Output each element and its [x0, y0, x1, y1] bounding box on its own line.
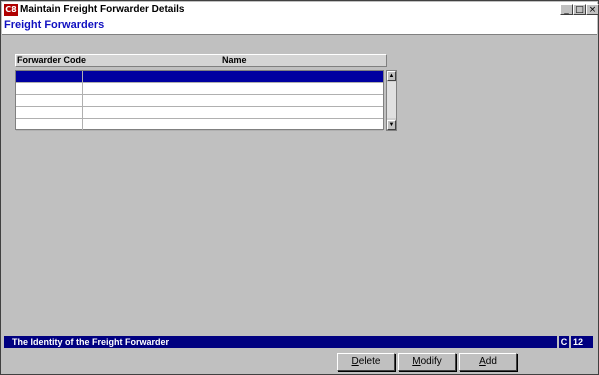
table-row[interactable] — [16, 95, 383, 107]
table-row[interactable] — [16, 83, 383, 95]
forwarder-code-cell[interactable] — [16, 83, 83, 94]
table-row[interactable] — [16, 119, 383, 131]
delete-button[interactable]: Delete — [337, 353, 395, 371]
status-mode-indicator: C — [559, 336, 569, 348]
add-button[interactable]: Add — [459, 353, 517, 371]
delete-accelerator: D — [351, 356, 359, 367]
table-row[interactable] — [16, 71, 383, 83]
column-header-forwarder-code: Forwarder Code — [17, 55, 87, 65]
forwarder-code-cell[interactable] — [16, 71, 83, 82]
window-title: Maintain Freight Forwarder Details — [20, 4, 185, 15]
modify-button[interactable]: Modify — [398, 353, 456, 371]
forwarder-code-cell[interactable] — [16, 95, 83, 106]
modify-label: odify — [420, 356, 442, 367]
status-bar: The Identity of the Freight Forwarder C … — [2, 335, 597, 349]
screen-header: Freight Forwarders — [2, 18, 597, 35]
delete-label: elete — [358, 356, 381, 367]
forwarder-code-cell[interactable] — [16, 107, 83, 118]
column-header-name: Name — [222, 55, 247, 65]
app-window: C8 Maintain Freight Forwarder Details _ … — [0, 0, 599, 375]
forwarders-grid[interactable] — [15, 70, 384, 131]
status-count: 12 — [571, 336, 593, 348]
title-bar[interactable]: C8 Maintain Freight Forwarder Details _ … — [2, 2, 599, 19]
modify-accelerator: M — [412, 356, 421, 367]
grid-header: Forwarder Code Name — [15, 54, 387, 67]
scroll-down-icon[interactable]: ▼ — [387, 120, 396, 130]
close-button[interactable]: × — [586, 4, 599, 15]
minimize-button[interactable]: _ — [560, 4, 573, 15]
app-icon[interactable]: C8 — [4, 4, 18, 16]
page-title: Freight Forwarders — [4, 19, 105, 31]
add-accelerator: A — [479, 356, 486, 367]
grid-scrollbar[interactable]: ▲ ▼ — [386, 70, 397, 131]
table-row[interactable] — [16, 107, 383, 119]
add-label: dd — [485, 356, 497, 367]
maximize-button[interactable]: □ — [573, 4, 586, 15]
status-message: The Identity of the Freight Forwarder — [4, 336, 557, 348]
forwarder-code-cell[interactable] — [16, 119, 83, 130]
scroll-track[interactable] — [387, 82, 396, 118]
scroll-up-icon[interactable]: ▲ — [387, 71, 396, 81]
